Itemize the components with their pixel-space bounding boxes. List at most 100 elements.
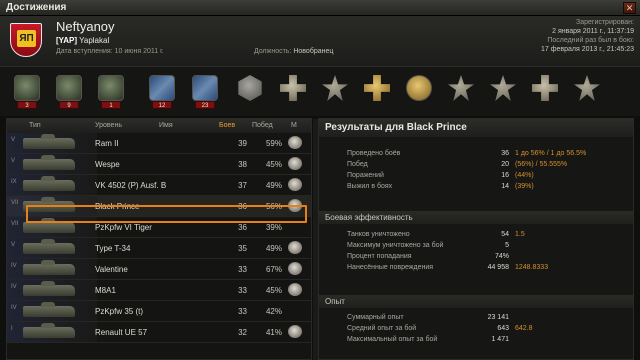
col-wins[interactable]: Побед (252, 122, 273, 129)
results-panel: Результаты для Black Prince Проведено бо… (318, 118, 634, 360)
stat-extra: 642.8 (515, 325, 533, 332)
clan-info[interactable]: [YAP] Yaplakal (56, 36, 109, 45)
blue-badge-icon[interactable]: 23 (188, 73, 222, 109)
stat-label: Проведено боёв (347, 150, 401, 157)
stat-extra: 1 до 56% / 1 до 56.5% (515, 150, 587, 157)
hex-medal-icon[interactable] (233, 73, 267, 107)
star-medal-icon[interactable] (570, 73, 604, 107)
medal-count: 12 (152, 101, 172, 109)
stat-label: Суммарный опыт (347, 314, 404, 321)
battles: 33 (238, 265, 247, 274)
gold-medal-icon[interactable] (402, 73, 436, 107)
battles: 35 (238, 244, 247, 253)
section-experience: Опыт (319, 295, 633, 308)
table-row[interactable]: V Wespe 38 45% (7, 154, 311, 175)
stat-extra: (39%) (515, 183, 534, 190)
join-date: Дата вступления: 10 июня 2011 г. (56, 48, 164, 55)
tank-icon (23, 155, 75, 170)
star-medal-icon[interactable] (318, 73, 352, 107)
registered-label: Зарегистрирован: (575, 19, 634, 26)
cross-medal-icon[interactable] (276, 73, 310, 107)
tier: IV (11, 263, 17, 269)
stat-value: 36 (501, 150, 509, 157)
vehicle-name: VK 4502 (P) Ausf. B (95, 181, 167, 190)
vehicle-name: Valentine (95, 265, 128, 274)
vehicle-name: M8A1 (95, 286, 116, 295)
stat-extra: 1.5 (515, 231, 525, 238)
col-name[interactable]: Имя (159, 122, 173, 129)
stat-label: Средний опыт за бой (347, 325, 417, 332)
vehicle-name: PzKpfw 35 (t) (95, 307, 144, 316)
stat-value: 643 (497, 325, 509, 332)
battles: 33 (238, 307, 247, 316)
tank-icon (23, 218, 75, 233)
cross-medal-icon[interactable] (360, 73, 394, 107)
vehicle-name: Ram II (95, 139, 119, 148)
results-title: Результаты для Black Prince (319, 119, 633, 137)
star-medal-icon[interactable] (444, 73, 478, 107)
stat-extra: (44%) (515, 172, 534, 179)
stat-value: 16 (501, 172, 509, 179)
stat-row: Процент попадания 74% (319, 252, 633, 262)
stat-row: Максимальный опыт за бой 1 471 (319, 335, 633, 345)
col-mastery[interactable]: М (291, 122, 297, 129)
stat-label: Максимальный опыт за бой (347, 336, 438, 343)
battles: 38 (238, 160, 247, 169)
stat-extra: 1248.8333 (515, 264, 549, 271)
col-type[interactable]: Тип (29, 122, 41, 129)
stat-row: Суммарный опыт 23 141 (319, 313, 633, 323)
close-icon[interactable]: ✕ (623, 2, 636, 14)
battles: 32 (238, 328, 247, 337)
clan-tag: [YAP] (56, 36, 78, 45)
medal-count: 1 (101, 101, 121, 109)
table-row[interactable]: IV M8A1 33 45% (7, 280, 311, 301)
tank-icon (23, 134, 75, 149)
stat-row: Нанесённые повреждения 44 958 1248.8333 (319, 263, 633, 273)
tier: I (11, 326, 13, 332)
section-combat: Боевая эффективность (319, 211, 633, 224)
stat-value: 54 (501, 231, 509, 238)
table-row[interactable]: IV Valentine 33 67% (7, 259, 311, 280)
tank-icon (23, 302, 75, 317)
vehicle-name: Type T-34 (95, 244, 131, 253)
table-row[interactable]: IV PzKpfw 35 (t) 33 42% (7, 301, 311, 322)
wins: 49% (265, 244, 282, 253)
table-row[interactable]: V Type T-34 35 49% (7, 238, 311, 259)
position-value: Новобранец (293, 48, 334, 55)
medal-count: 3 (17, 101, 37, 109)
stat-value: 23 141 (487, 314, 509, 321)
vehicle-name: Renault UE 57 (95, 328, 148, 337)
vehicle-name: Wespe (95, 160, 120, 169)
table-row[interactable]: I Renault UE 57 32 41% (7, 322, 311, 343)
medals-bar: 3 9 1 12 23 (0, 66, 640, 116)
stat-extra: (56%) / 55.555% (515, 161, 568, 168)
battles: 36 (238, 223, 247, 232)
tier: V (11, 158, 16, 164)
tank-medal-icon[interactable]: 3 (10, 73, 44, 109)
tier: IV (11, 305, 17, 311)
vehicle-name: PzKpfw VI Tiger (95, 223, 152, 232)
window-title: Достижения (6, 2, 67, 13)
position-label: Должность: (254, 48, 292, 55)
col-level[interactable]: Уровень (95, 122, 122, 129)
stat-value: 44 958 (487, 264, 509, 271)
wins: 41% (265, 328, 282, 337)
wins: 45% (265, 160, 282, 169)
tank-icon (23, 323, 75, 338)
stat-label: Поражений (347, 172, 384, 179)
account-dates: Зарегистрирован: 2 января 2011 г., 11:37… (541, 18, 634, 54)
stat-row: Побед 20 (56%) / 55.555% (319, 160, 633, 170)
registered-value: 2 января 2011 г., 11:37:19 (552, 28, 634, 35)
cross-medal-icon[interactable] (528, 73, 562, 107)
stat-label: Максимум уничтожено за бой (347, 242, 444, 249)
col-battles[interactable]: Боев (219, 122, 235, 129)
tank-medal-icon[interactable]: 9 (52, 73, 86, 109)
tank-medal-icon[interactable]: 1 (94, 73, 128, 109)
blue-badge-icon[interactable]: 12 (145, 73, 179, 109)
medal-count: 9 (59, 101, 79, 109)
stat-value: 5 (505, 242, 509, 249)
table-row[interactable]: V Ram II 39 59% (7, 133, 311, 154)
stat-label: Побед (347, 161, 368, 168)
table-row[interactable]: IX VK 4502 (P) Ausf. B 37 49% (7, 175, 311, 196)
star-medal-icon[interactable] (486, 73, 520, 107)
